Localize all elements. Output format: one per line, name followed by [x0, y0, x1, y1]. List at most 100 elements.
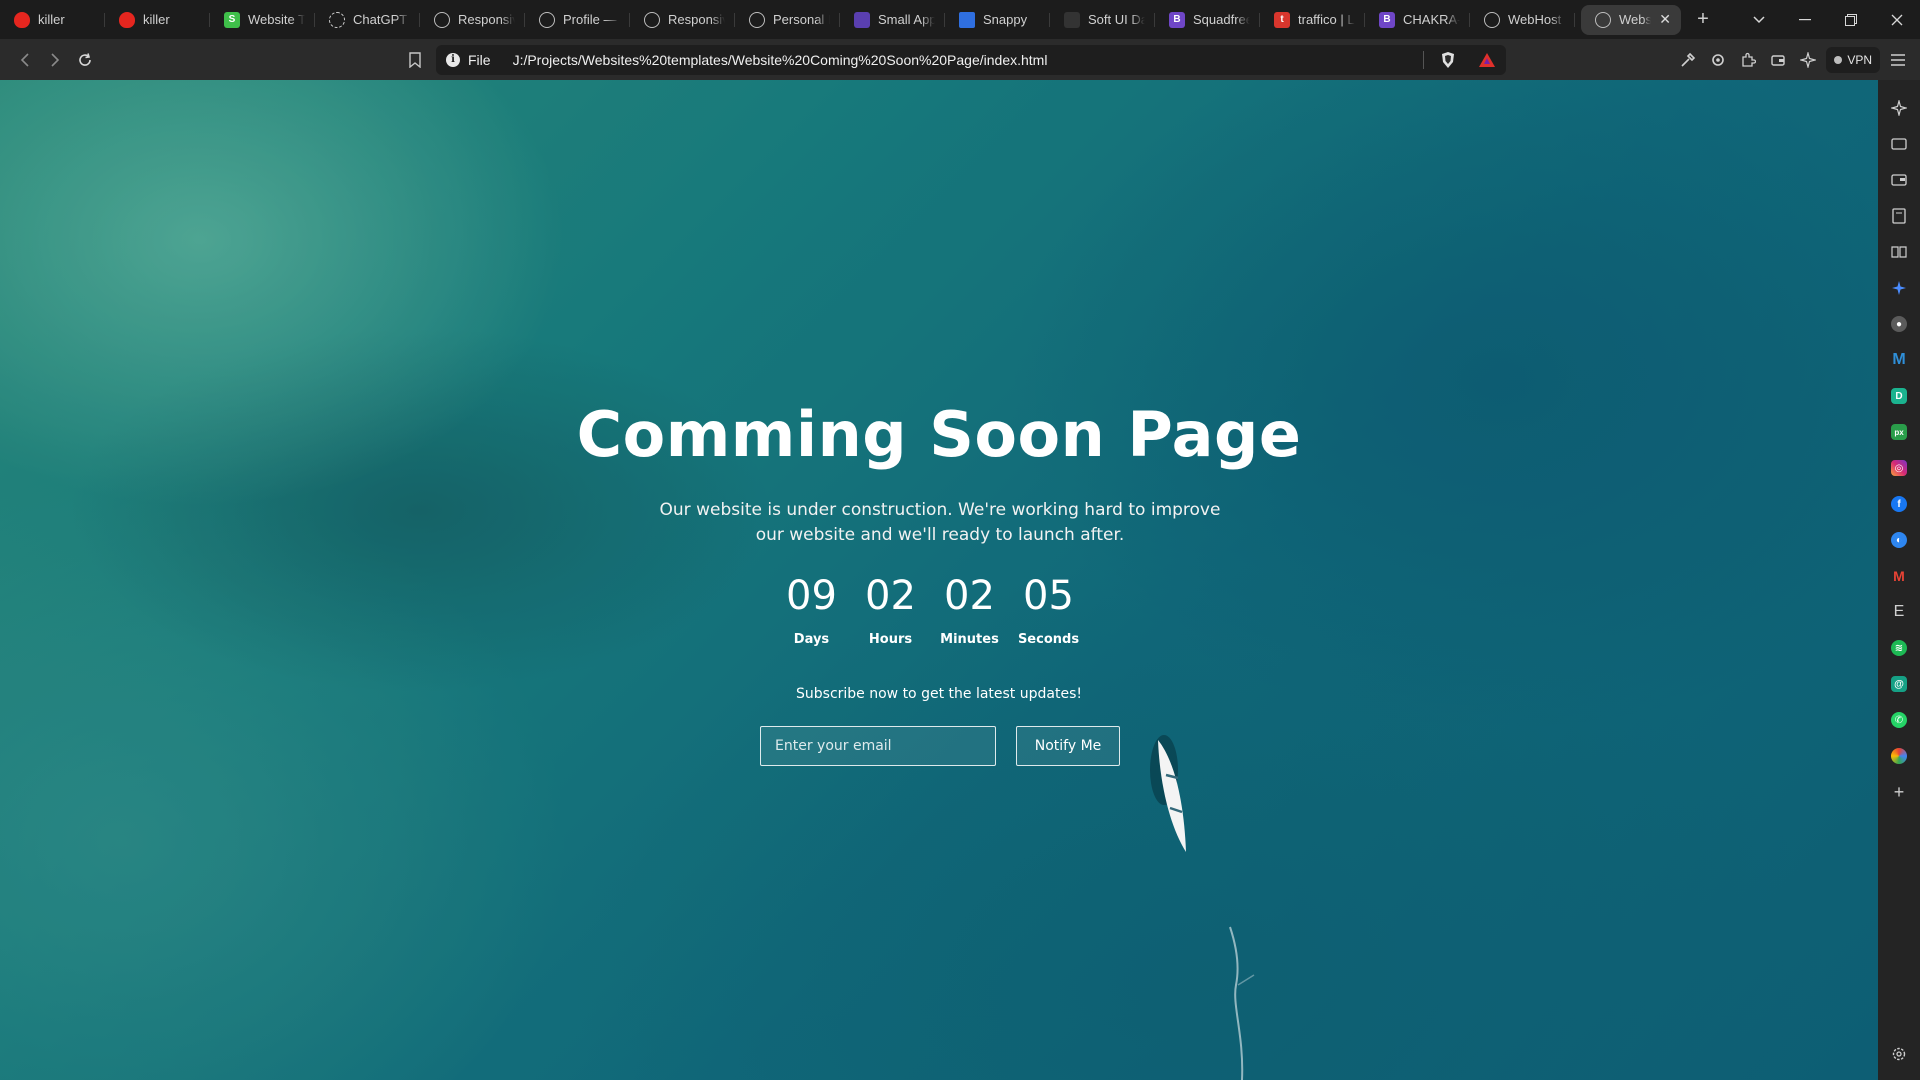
history-icon[interactable]	[1888, 241, 1910, 263]
tab-label: Responsiv	[458, 12, 515, 27]
tab-label: Small App	[878, 12, 935, 27]
tab-search-chevron-icon[interactable]	[1736, 0, 1782, 39]
extensions-puzzle-icon[interactable]	[1736, 48, 1760, 72]
add-icon[interactable]: +	[1888, 781, 1910, 803]
url-scheme: File	[468, 51, 491, 68]
forward-button[interactable]	[40, 45, 70, 75]
tab[interactable]: WebHost	[1470, 5, 1575, 35]
address-bar[interactable]: i File J:/Projects/Websites%20templates/…	[436, 44, 1506, 75]
tab[interactable]: Soft UI Da	[1050, 5, 1155, 35]
extension-gear-icon[interactable]	[1706, 48, 1730, 72]
m-app-icon[interactable]: M	[1888, 349, 1910, 371]
chevron-left-icon	[20, 52, 29, 67]
tab-label: CHAKRA-(	[1403, 12, 1460, 27]
tab[interactable]: S Website Te	[210, 5, 315, 35]
messenger-icon[interactable]: ◐	[1888, 529, 1910, 551]
green-app-icon[interactable]: @	[1888, 673, 1910, 695]
hero-section: Comming Soon Page Our website is under c…	[0, 80, 1878, 1080]
reading-list-icon[interactable]	[1888, 205, 1910, 227]
wallet-icon[interactable]	[1766, 48, 1790, 72]
browser-sidebar: ● M D px ◎ f ◐ M E ≋ @ ✆ +	[1878, 80, 1920, 1080]
tab[interactable]: killer	[105, 5, 210, 35]
settings-gear-icon[interactable]	[1888, 1043, 1910, 1065]
chevron-right-icon	[51, 52, 60, 67]
leo-ai-icon[interactable]	[1888, 97, 1910, 119]
tab-label: Snappy	[983, 12, 1028, 27]
softui-icon	[1064, 11, 1080, 28]
globe-icon	[1595, 11, 1611, 28]
countdown-minutes: 02 Minutes	[930, 570, 1009, 647]
tab[interactable]: Responsiv	[630, 5, 735, 35]
brave-rewards-icon[interactable]	[1478, 52, 1496, 68]
tab-label: ChatGPT	[353, 12, 408, 27]
globe-icon	[539, 11, 555, 28]
bookmark-button[interactable]	[400, 45, 430, 75]
info-icon[interactable]: i	[446, 52, 460, 67]
purple-icon	[854, 11, 870, 28]
menu-hamburger-icon[interactable]	[1886, 48, 1910, 72]
countdown-label: Seconds	[1017, 632, 1080, 647]
tab[interactable]: Responsiv	[420, 5, 525, 35]
bookmark-icon	[409, 51, 421, 68]
green-s-icon: S	[224, 11, 240, 28]
tab[interactable]: B CHAKRA-(	[1365, 5, 1470, 35]
close-tab-icon[interactable]: ✕	[1659, 11, 1671, 28]
tab[interactable]: ChatGPT	[315, 5, 420, 35]
vpn-label: VPN	[1847, 52, 1872, 67]
pixlr-icon[interactable]: px	[1888, 421, 1910, 443]
wallet-icon[interactable]	[1888, 133, 1910, 155]
restore-button[interactable]	[1828, 0, 1874, 39]
tab-label: killer	[38, 12, 65, 27]
tab[interactable]: killer	[0, 5, 105, 35]
whatsapp-icon[interactable]: ✆	[1888, 709, 1910, 731]
email-input[interactable]	[760, 726, 996, 766]
globe-icon	[1484, 11, 1500, 28]
countdown-label: Days	[793, 632, 830, 647]
notify-me-button[interactable]: Notify Me	[1016, 726, 1120, 766]
e-icon[interactable]: E	[1888, 601, 1910, 623]
star-icon[interactable]	[1888, 277, 1910, 299]
countdown-label: Hours	[868, 632, 913, 647]
chatgpt-icon	[329, 11, 345, 28]
brave-talk-icon[interactable]: ●	[1888, 313, 1910, 335]
url-text[interactable]: J:/Projects/Websites%20templates/Website…	[513, 52, 1415, 68]
countdown-value: 05	[1023, 573, 1074, 619]
tab-label: Soft UI Da	[1088, 12, 1145, 27]
browser-toolbar: i File J:/Projects/Websites%20templates/…	[0, 39, 1920, 80]
tab[interactable]: Snappy	[945, 5, 1050, 35]
tab-label: Personal P	[773, 12, 830, 27]
coming-soon-page: Comming Soon Page Our website is under c…	[0, 80, 1878, 1080]
tab[interactable]: t traffico | L	[1260, 5, 1365, 35]
tab-list: killer killer S Website Te ChatGPT Respon…	[0, 0, 1681, 39]
facebook-icon[interactable]: f	[1888, 493, 1910, 515]
leo-ai-icon[interactable]	[1796, 48, 1820, 72]
teal-app-icon[interactable]: D	[1888, 385, 1910, 407]
tab[interactable]: Personal P	[735, 5, 840, 35]
instagram-icon[interactable]: ◎	[1888, 457, 1910, 479]
bootstrap-icon: B	[1169, 11, 1185, 28]
tab-label: Responsiv	[668, 12, 725, 27]
back-button[interactable]	[10, 45, 40, 75]
close-window-button[interactable]	[1874, 0, 1920, 39]
snappy-icon	[959, 11, 975, 28]
countdown-days: 09 Days	[772, 570, 851, 647]
spotify-icon[interactable]: ≋	[1888, 637, 1910, 659]
reload-icon	[79, 52, 91, 66]
gmail-icon[interactable]: M	[1888, 565, 1910, 587]
brave-shield-icon[interactable]	[1440, 51, 1456, 69]
minimize-button[interactable]	[1782, 0, 1828, 39]
bookmarks-icon[interactable]	[1888, 169, 1910, 191]
vpn-status-icon	[1834, 55, 1843, 64]
eyedropper-icon[interactable]	[1676, 48, 1700, 72]
brave-icon	[119, 11, 135, 28]
tab[interactable]: Profile — I	[525, 5, 630, 35]
tab[interactable]: B Squadfree	[1155, 5, 1260, 35]
colored-app-icon[interactable]	[1888, 745, 1910, 767]
traffico-icon: t	[1274, 11, 1290, 28]
tab[interactable]: Small App	[840, 5, 945, 35]
vpn-button[interactable]: VPN	[1826, 46, 1880, 73]
tab-active[interactable]: Webs ✕	[1581, 4, 1681, 35]
new-tab-button[interactable]: +	[1685, 8, 1721, 31]
divider	[1423, 50, 1424, 69]
reload-button[interactable]	[70, 45, 100, 75]
